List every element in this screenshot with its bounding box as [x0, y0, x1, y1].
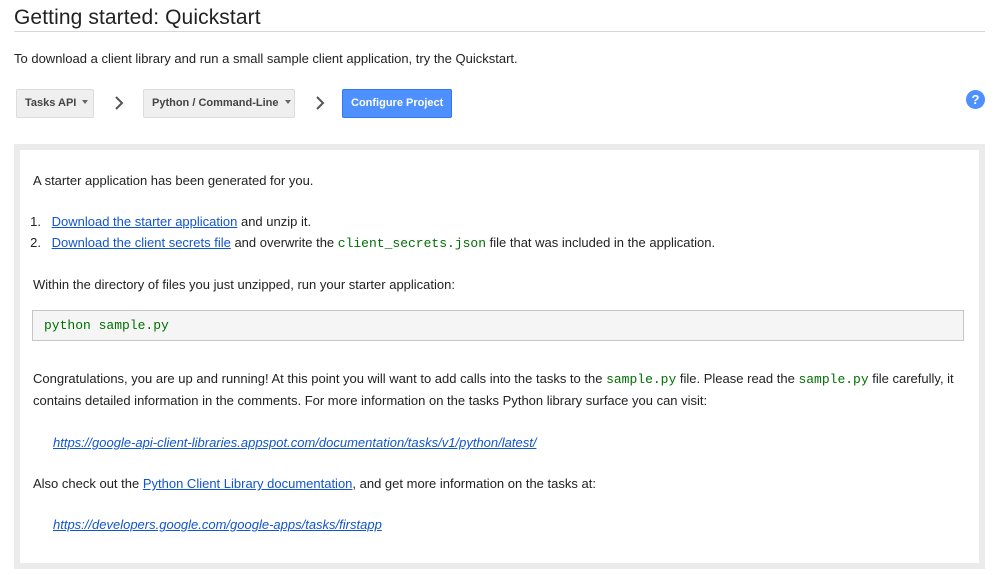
congrats-text: Congratulations, you are up and running!… [33, 371, 607, 386]
api-select-label: Tasks API [25, 97, 77, 109]
congrats-text: file carefully, it [868, 371, 954, 386]
step2-text-end: file that was included in the applicatio… [486, 235, 716, 250]
command-text: python sample.py [44, 318, 169, 333]
firstapp-url-row: https://developers.google.com/google-app… [53, 517, 382, 533]
firstapp-url-link[interactable]: https://developers.google.com/google-app… [53, 517, 382, 532]
dropdown-caret-icon [82, 100, 89, 105]
docs-url-row: https://google-api-client-libraries.apps… [53, 435, 536, 451]
step1-text: and unzip it. [237, 214, 312, 229]
step2-text: and overwrite the [230, 235, 338, 250]
configure-project-button[interactable]: Configure Project [342, 89, 452, 118]
starter-line: A starter application has been generated… [33, 173, 314, 188]
also-text: Also check out the [33, 476, 143, 491]
list-item: 1. Download the starter application and … [15, 214, 311, 230]
congrats-line-1: Congratulations, you are up and running!… [33, 371, 954, 388]
list-number: 1. [30, 214, 41, 229]
run-instructions: Within the directory of files you just u… [33, 277, 455, 292]
sample-py-code: sample.py [606, 372, 677, 387]
python-docs-link[interactable]: Python Client Library documentation [143, 476, 353, 491]
list-item: 2. Download the client secrets file and … [15, 235, 715, 252]
congrats-text: file. Please read the [676, 371, 799, 386]
platform-select-label: Python / Command-Line [152, 97, 279, 109]
chevron-right-icon [316, 96, 325, 110]
congrats-line-2: contains detailed information in the com… [33, 393, 708, 408]
platform-select[interactable]: Python / Command-Line [143, 89, 295, 118]
quickstart-panel: A starter application has been generated… [14, 144, 985, 569]
command-box: python sample.py [32, 310, 964, 341]
docs-url-link[interactable]: https://google-api-client-libraries.apps… [53, 435, 536, 450]
help-icon[interactable]: ? [966, 90, 985, 109]
intro-text: To download a client library and run a s… [14, 51, 518, 66]
client-secrets-code: client_secrets.json [337, 236, 487, 251]
also-line: Also check out the Python Client Library… [33, 476, 596, 492]
chevron-right-icon [115, 96, 124, 110]
also-text-end: , and get more information on the tasks … [352, 476, 596, 491]
list-number: 2. [30, 235, 41, 250]
sample-py-code: sample.py [798, 372, 869, 387]
download-secrets-link[interactable]: Download the client secrets file [52, 235, 231, 250]
page-title: Getting started: Quickstart [14, 6, 261, 29]
page-header: Getting started: Quickstart [14, 6, 985, 32]
dropdown-caret-icon [284, 100, 291, 105]
download-starter-link[interactable]: Download the starter application [52, 214, 238, 229]
quickstart-panel-body: A starter application has been generated… [20, 150, 979, 563]
api-select[interactable]: Tasks API [16, 89, 94, 118]
